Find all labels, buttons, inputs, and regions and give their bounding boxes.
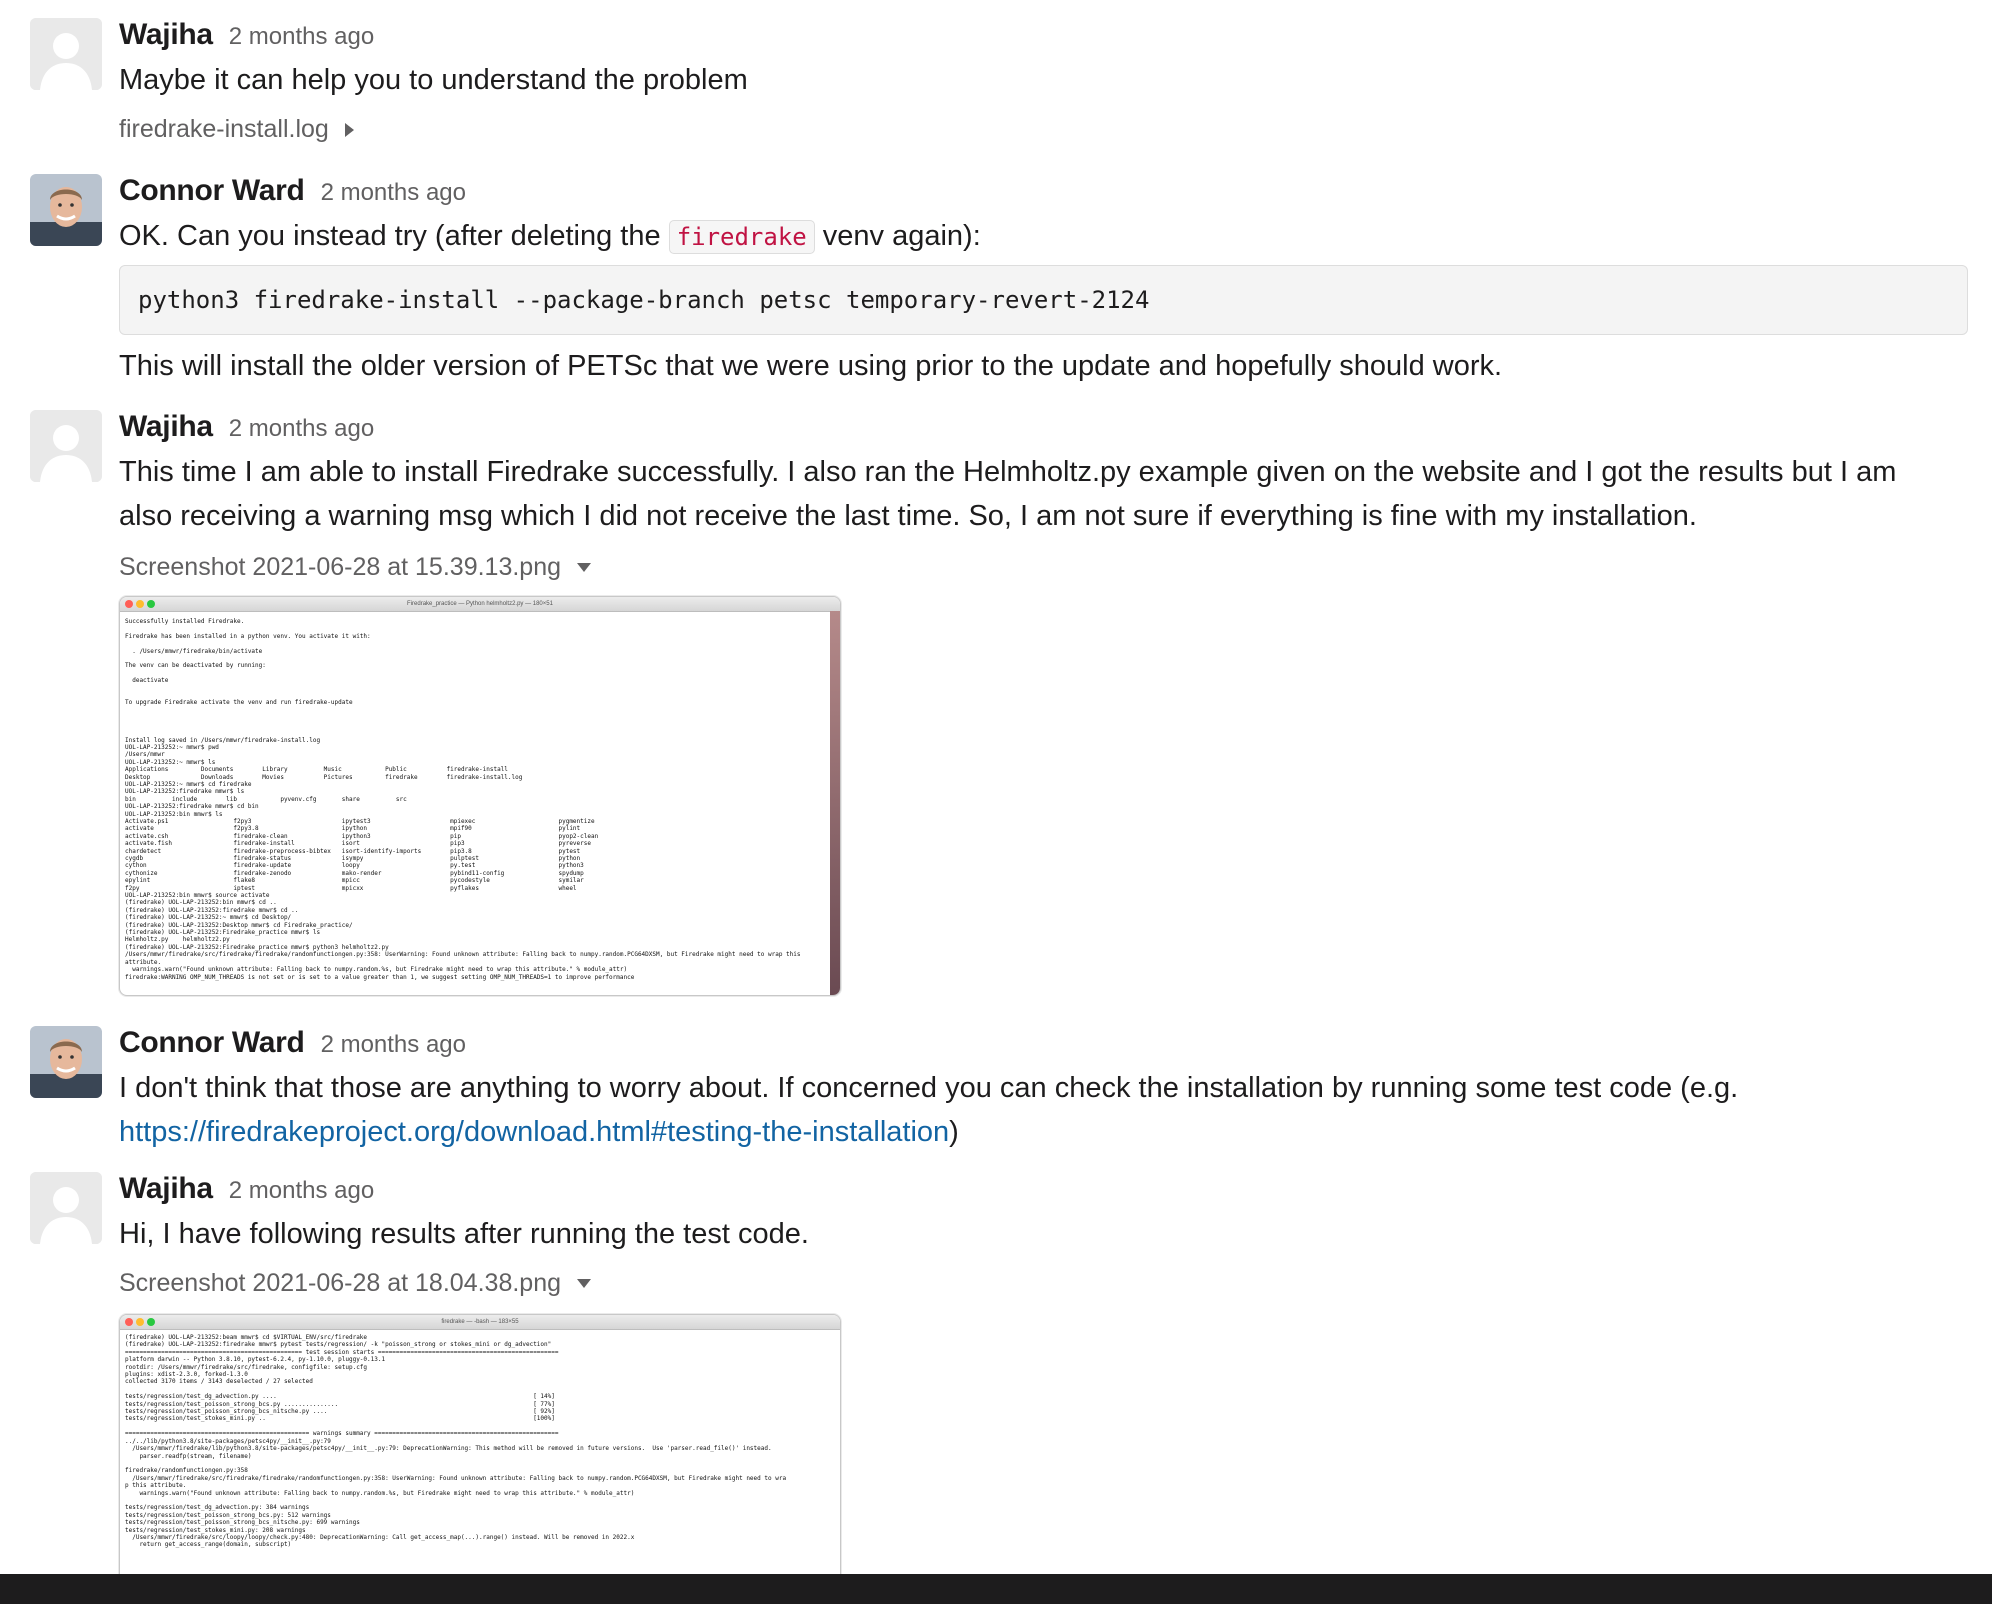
message-text: also receiving a warning msg which I did… xyxy=(119,500,1697,532)
file-name[interactable]: firedrake-install.log xyxy=(119,115,329,144)
bottom-bar xyxy=(0,1574,1992,1604)
avatar[interactable] xyxy=(30,1026,102,1098)
inline-code: firedrake xyxy=(668,220,815,254)
text-segment: OK. Can you instead try (after deleting … xyxy=(119,220,669,252)
author-name[interactable]: Wajiha xyxy=(119,1172,213,1206)
minimize-dot-icon xyxy=(136,600,144,608)
file-name[interactable]: Screenshot 2021-06-28 at 18.04.38.png xyxy=(119,1269,561,1298)
default-avatar-icon xyxy=(30,18,102,90)
expand-caret-icon[interactable] xyxy=(344,122,354,137)
screenshot-image[interactable]: Firedrake_practice — Python helmholtz2.p… xyxy=(119,596,841,996)
minimize-dot-icon xyxy=(136,1318,144,1326)
message-header: Wajiha 2 months ago xyxy=(119,1172,374,1212)
author-name[interactable]: Wajiha xyxy=(119,18,213,52)
message-header: Wajiha 2 months ago xyxy=(119,18,374,58)
timestamp[interactable]: 2 months ago xyxy=(229,1177,374,1205)
message: Wajiha 2 months ago Hi, I have following… xyxy=(30,1172,1968,1586)
user-photo-icon xyxy=(30,1026,102,1098)
avatar[interactable] xyxy=(30,410,102,482)
message: Wajiha 2 months ago This time I am able … xyxy=(30,410,1968,1000)
avatar[interactable] xyxy=(30,174,102,246)
file-attachment[interactable]: firedrake-install.log xyxy=(119,115,354,144)
window-title: Firedrake_practice — Python helmholtz2.p… xyxy=(407,601,553,607)
message-header: Wajiha 2 months ago xyxy=(119,410,374,450)
author-name[interactable]: Wajiha xyxy=(119,410,213,444)
desktop-wallpaper-edge xyxy=(830,611,840,995)
screenshot-image[interactable]: firedrake — -bash — 183×55 (firedrake) U… xyxy=(119,1314,841,1586)
author-name[interactable]: Connor Ward xyxy=(119,174,305,208)
timestamp[interactable]: 2 months ago xyxy=(229,415,374,443)
window-title: firedrake — -bash — 183×55 xyxy=(441,1319,519,1325)
avatar[interactable] xyxy=(30,1172,102,1244)
avatar[interactable] xyxy=(30,18,102,90)
testing-docs-link[interactable]: https://firedrakeproject.org/download.ht… xyxy=(119,1116,949,1148)
file-attachment[interactable]: Screenshot 2021-06-28 at 15.39.13.png xyxy=(119,553,592,582)
timestamp[interactable]: 2 months ago xyxy=(229,23,374,51)
message-text: https://firedrakeproject.org/download.ht… xyxy=(119,1110,959,1154)
collapse-caret-icon[interactable] xyxy=(577,563,592,572)
message-text: I don't think that those are anything to… xyxy=(119,1072,1739,1104)
collapse-caret-icon[interactable] xyxy=(577,1279,592,1288)
message: Connor Ward 2 months ago OK. Can you ins… xyxy=(30,174,1968,394)
close-dot-icon xyxy=(125,600,133,608)
file-name[interactable]: Screenshot 2021-06-28 at 15.39.13.png xyxy=(119,553,561,582)
file-attachment[interactable]: Screenshot 2021-06-28 at 18.04.38.png xyxy=(119,1269,592,1298)
timestamp[interactable]: 2 months ago xyxy=(321,179,466,207)
window-titlebar: firedrake — -bash — 183×55 xyxy=(120,1315,840,1330)
message-text: This time I am able to install Firedrake… xyxy=(119,456,1897,488)
message: Wajiha 2 months ago Maybe it can help yo… xyxy=(30,18,1968,158)
text-segment: venv again): xyxy=(814,220,981,252)
message-header: Connor Ward 2 months ago xyxy=(119,174,466,214)
message-text: Hi, I have following results after runni… xyxy=(119,1218,809,1250)
code-block: python3 firedrake-install --package-bran… xyxy=(119,265,1968,335)
default-avatar-icon xyxy=(30,410,102,482)
window-titlebar: Firedrake_practice — Python helmholtz2.p… xyxy=(120,597,840,612)
close-dot-icon xyxy=(125,1318,133,1326)
text-segment: ) xyxy=(949,1116,959,1148)
timestamp[interactable]: 2 months ago xyxy=(321,1031,466,1059)
message-header: Connor Ward 2 months ago xyxy=(119,1026,466,1066)
message: Connor Ward 2 months ago I don't think t… xyxy=(30,1026,1968,1156)
default-avatar-icon xyxy=(30,1172,102,1244)
message-text: OK. Can you instead try (after deleting … xyxy=(119,214,981,259)
user-photo-icon xyxy=(30,174,102,246)
author-name[interactable]: Connor Ward xyxy=(119,1026,305,1060)
terminal-output: Successfully installed Firedrake. Firedr… xyxy=(125,618,801,981)
terminal-output: (firedrake) UOL-LAP-213252:beam mmwr$ cd… xyxy=(125,1334,787,1549)
zoom-dot-icon xyxy=(147,600,155,608)
zoom-dot-icon xyxy=(147,1318,155,1326)
message-text: This will install the older version of P… xyxy=(119,350,1503,382)
message-text: Maybe it can help you to understand the … xyxy=(119,64,748,96)
